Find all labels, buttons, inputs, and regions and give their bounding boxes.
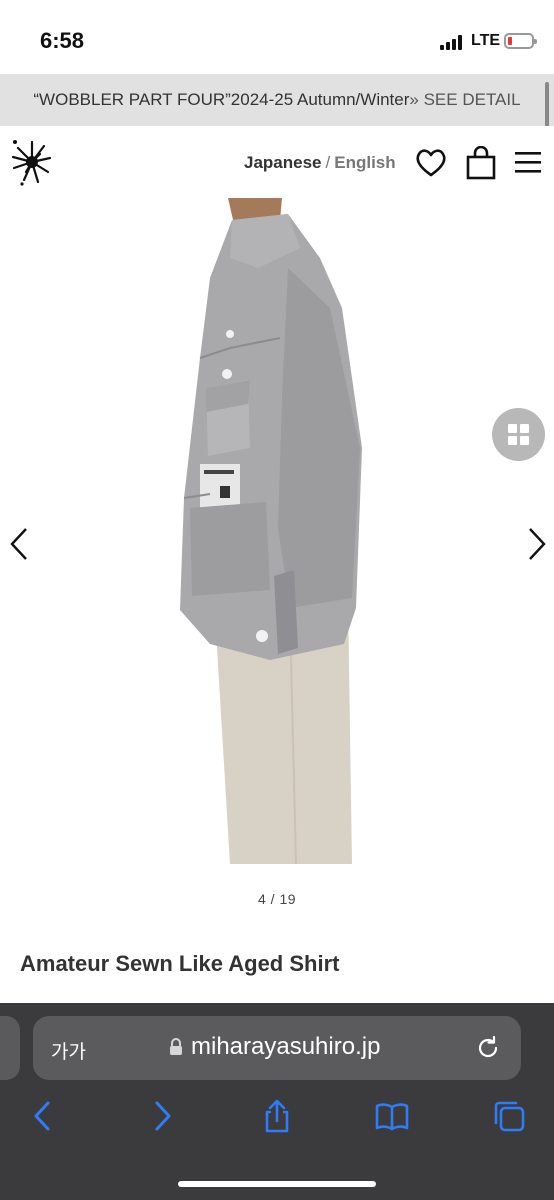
hamburger-menu-icon[interactable] — [512, 146, 546, 180]
network-label: LTE — [471, 32, 501, 49]
status-time: 6:58 — [40, 28, 85, 53]
share-icon[interactable] — [260, 1099, 294, 1133]
lang-japanese-link[interactable]: Japanese — [244, 153, 322, 172]
grid-view-icon[interactable] — [492, 408, 545, 461]
image-counter: 4 / 19 — [257, 891, 297, 907]
lang-english-link[interactable]: English — [334, 153, 395, 172]
url-text[interactable]: miharayasuhiro.jp — [191, 1033, 380, 1061]
lock-icon — [170, 1038, 182, 1055]
splatter-logo-icon[interactable] — [10, 138, 54, 186]
previous-tab-preview[interactable] — [0, 1016, 20, 1080]
status-bar: 6:58 LTE — [0, 0, 554, 74]
shopping-bag-icon[interactable] — [464, 146, 498, 180]
back-arrow-icon[interactable] — [26, 1099, 60, 1133]
browser-chrome: 가가 miharayasuhiro.jp — [0, 1003, 554, 1200]
forward-arrow-icon[interactable] — [145, 1099, 179, 1133]
tabs-icon[interactable] — [492, 1099, 526, 1133]
announcement-banner[interactable]: “WOBBLER PART FOUR”2024-25 Autumn/Winter… — [0, 74, 554, 126]
reload-icon[interactable] — [474, 1034, 502, 1062]
product-gallery[interactable] — [0, 198, 554, 868]
banner-text: “WOBBLER PART FOUR”2024-25 Autumn/Winter — [33, 90, 410, 109]
product-title: Amateur Sewn Like Aged Shirt — [20, 951, 340, 976]
heart-icon[interactable] — [414, 146, 448, 180]
site-header: Japanese / English — [0, 126, 554, 198]
address-bar[interactable]: 가가 miharayasuhiro.jp — [33, 1016, 521, 1080]
language-switcher: Japanese / English — [244, 153, 396, 173]
home-indicator[interactable] — [178, 1181, 376, 1187]
page-settings-button[interactable]: 가가 — [51, 1037, 86, 1064]
chevron-right-icon[interactable] — [526, 526, 548, 562]
battery-icon — [504, 33, 537, 49]
lang-separator: / — [325, 153, 331, 172]
product-photo — [180, 198, 362, 864]
see-detail-link[interactable]: » SEE DETAIL — [409, 90, 520, 110]
bookmarks-icon[interactable] — [375, 1099, 409, 1133]
signal-strength-icon — [440, 34, 466, 50]
chevron-left-icon[interactable] — [8, 526, 30, 562]
